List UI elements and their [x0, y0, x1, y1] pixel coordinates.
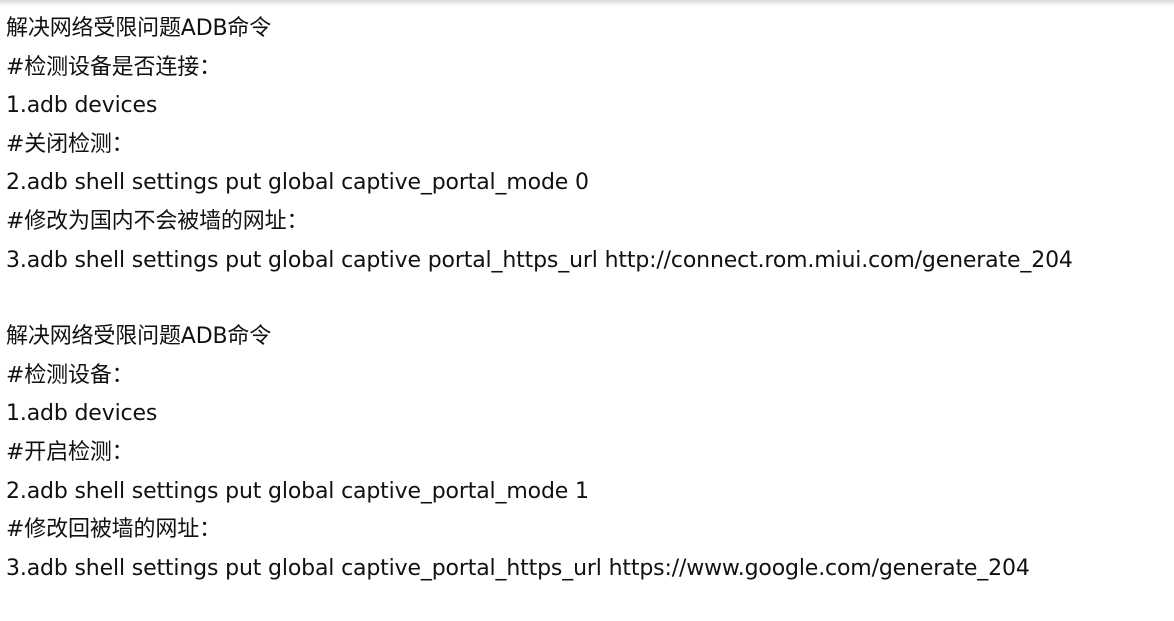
comment-line: #检测设备是否连接：: [6, 54, 221, 80]
document-body: 解决网络受限问题ADB命令 #检测设备是否连接： 1.adb devices #…: [6, 10, 1166, 588]
command-line: 1.adb devices: [6, 401, 158, 427]
section-heading: 解决网络受限问题ADB命令: [6, 16, 272, 41]
comment-line: #检测设备：: [6, 362, 134, 388]
comment-line: #开启检测：: [6, 439, 134, 465]
section-enable-detection: 解决网络受限问题ADB命令 #检测设备： 1.adb devices #开启检测…: [6, 318, 1166, 588]
command-line: 3.adb shell settings put global captive_…: [6, 555, 1030, 581]
comment-line: #修改为国内不会被墙的网址：: [6, 208, 309, 234]
command-line: 3.adb shell settings put global captive …: [6, 247, 1073, 273]
command-line: 2.adb shell settings put global captive_…: [6, 170, 589, 196]
comment-line: #修改回被墙的网址：: [6, 517, 221, 543]
comment-line: #关闭检测：: [6, 131, 134, 157]
section-disable-detection: 解决网络受限问题ADB命令 #检测设备是否连接： 1.adb devices #…: [6, 10, 1166, 280]
command-line: 1.adb devices: [6, 93, 158, 119]
window-top-edge: [0, 0, 1174, 6]
section-heading: 解决网络受限问题ADB命令: [6, 324, 272, 350]
command-line: 2.adb shell settings put global captive_…: [6, 478, 589, 504]
